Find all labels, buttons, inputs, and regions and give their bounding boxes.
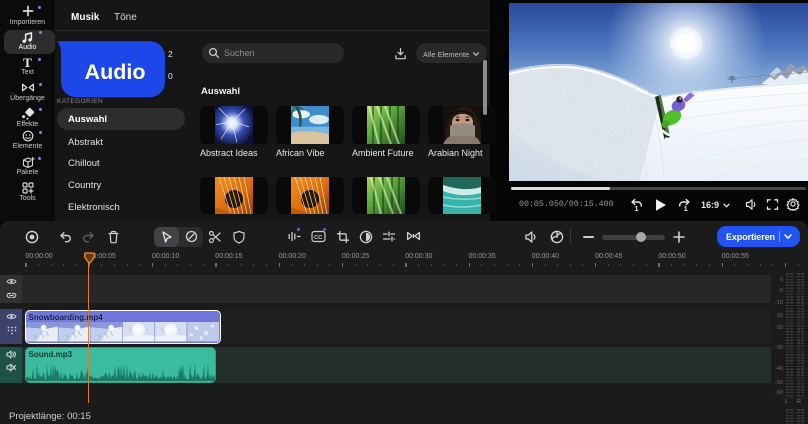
svg-text:1: 1 <box>684 204 688 212</box>
svg-text:Audio: Audio <box>85 60 146 84</box>
svg-text:1: 1 <box>634 204 638 212</box>
svg-text:CC: CC <box>314 235 323 241</box>
